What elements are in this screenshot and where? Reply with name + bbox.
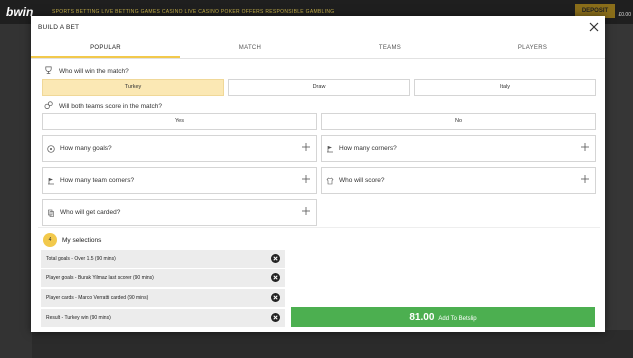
plus-icon — [302, 175, 310, 183]
selection-item: Player cards - Marco Verratti carded (90… — [41, 289, 285, 307]
background-nav: SPORTS BETTING LIVE BETTING GAMES CASINO… — [52, 9, 335, 15]
plus-icon — [581, 143, 589, 151]
background-left-column — [0, 24, 32, 358]
background-balance: £0.00 — [618, 12, 631, 18]
selections-count-badge: 4 — [43, 233, 57, 247]
market-how-many-team-corners[interactable]: How many team corners? — [42, 167, 317, 194]
selection-item: Result - Turkey win (90 mins) — [41, 309, 285, 327]
my-selections-panel: 4 My selections Total goals - Over 1.5 (… — [38, 227, 600, 327]
tab-match[interactable]: MATCH — [180, 38, 320, 58]
market-label: Who will get carded? — [60, 209, 121, 216]
tab-teams[interactable]: TEAMS — [320, 38, 460, 58]
selections-title: My selections — [62, 237, 102, 244]
selection-item: Total goals - Over 1.5 (90 mins) — [41, 250, 285, 268]
modal-header: BUILD A BET — [31, 16, 605, 38]
option-italy[interactable]: Italy — [414, 79, 596, 96]
remove-selection-icon[interactable] — [271, 313, 280, 322]
selection-label: Player cards - Marco Verratti carded (90… — [46, 295, 149, 301]
plus-icon — [581, 175, 589, 183]
market-how-many-goals[interactable]: How many goals? — [42, 135, 317, 162]
question-who-wins: Who will win the match? — [59, 68, 129, 75]
market-label: Who will score? — [339, 177, 385, 184]
market-label: How many team corners? — [60, 177, 135, 184]
ball-icon — [47, 145, 55, 153]
selection-item: Player goals - Burak Yilmaz last scorer … — [41, 269, 285, 287]
option-yes[interactable]: Yes — [42, 113, 317, 130]
selection-label: Total goals - Over 1.5 (90 mins) — [46, 256, 116, 262]
market-label: How many goals? — [60, 145, 112, 152]
corner-flag-icon — [327, 146, 333, 153]
plus-icon — [302, 207, 310, 215]
selection-label: Result - Turkey win (90 mins) — [46, 315, 111, 321]
option-draw[interactable]: Draw — [228, 79, 410, 96]
background-rows — [32, 330, 633, 358]
add-to-betslip-label: Add To Betslip — [438, 316, 477, 322]
market-who-will-get-carded[interactable]: Who will get carded? — [42, 199, 317, 226]
market-label: How many corners? — [339, 145, 397, 152]
balls-icon — [44, 101, 53, 110]
trophy-icon — [45, 66, 52, 75]
remove-selection-icon[interactable] — [271, 273, 280, 282]
market-who-will-score[interactable]: Who will score? — [321, 167, 596, 194]
market-content: Who will win the match? Turkey Draw Ital… — [31, 60, 605, 240]
corner-flag-icon — [48, 178, 54, 185]
modal-title: BUILD A BET — [38, 24, 80, 31]
plus-icon — [302, 143, 310, 151]
card-icon — [48, 209, 54, 217]
add-to-betslip-button[interactable]: 81.00 Add To Betslip — [291, 307, 595, 327]
remove-selection-icon[interactable] — [271, 254, 280, 263]
option-turkey[interactable]: Turkey — [42, 79, 224, 96]
tab-players[interactable]: PLAYERS — [460, 38, 605, 58]
remove-selection-icon[interactable] — [271, 293, 280, 302]
close-icon[interactable] — [588, 21, 600, 33]
market-how-many-corners[interactable]: How many corners? — [321, 135, 596, 162]
shirt-icon — [326, 177, 334, 185]
bwin-logo: bwin — [6, 5, 34, 19]
question-both-teams-score: Will both teams score in the match? — [59, 103, 162, 110]
selection-label: Player goals - Burak Yilmaz last scorer … — [46, 275, 154, 281]
option-no[interactable]: No — [321, 113, 596, 130]
tab-bar: POPULAR MATCH TEAMS PLAYERS — [31, 38, 605, 59]
combined-odds: 81.00 — [409, 312, 435, 323]
tab-popular[interactable]: POPULAR — [31, 38, 180, 58]
build-a-bet-modal: BUILD A BET POPULAR MATCH TEAMS PLAYERS … — [31, 16, 605, 332]
background-right-column — [605, 24, 633, 330]
